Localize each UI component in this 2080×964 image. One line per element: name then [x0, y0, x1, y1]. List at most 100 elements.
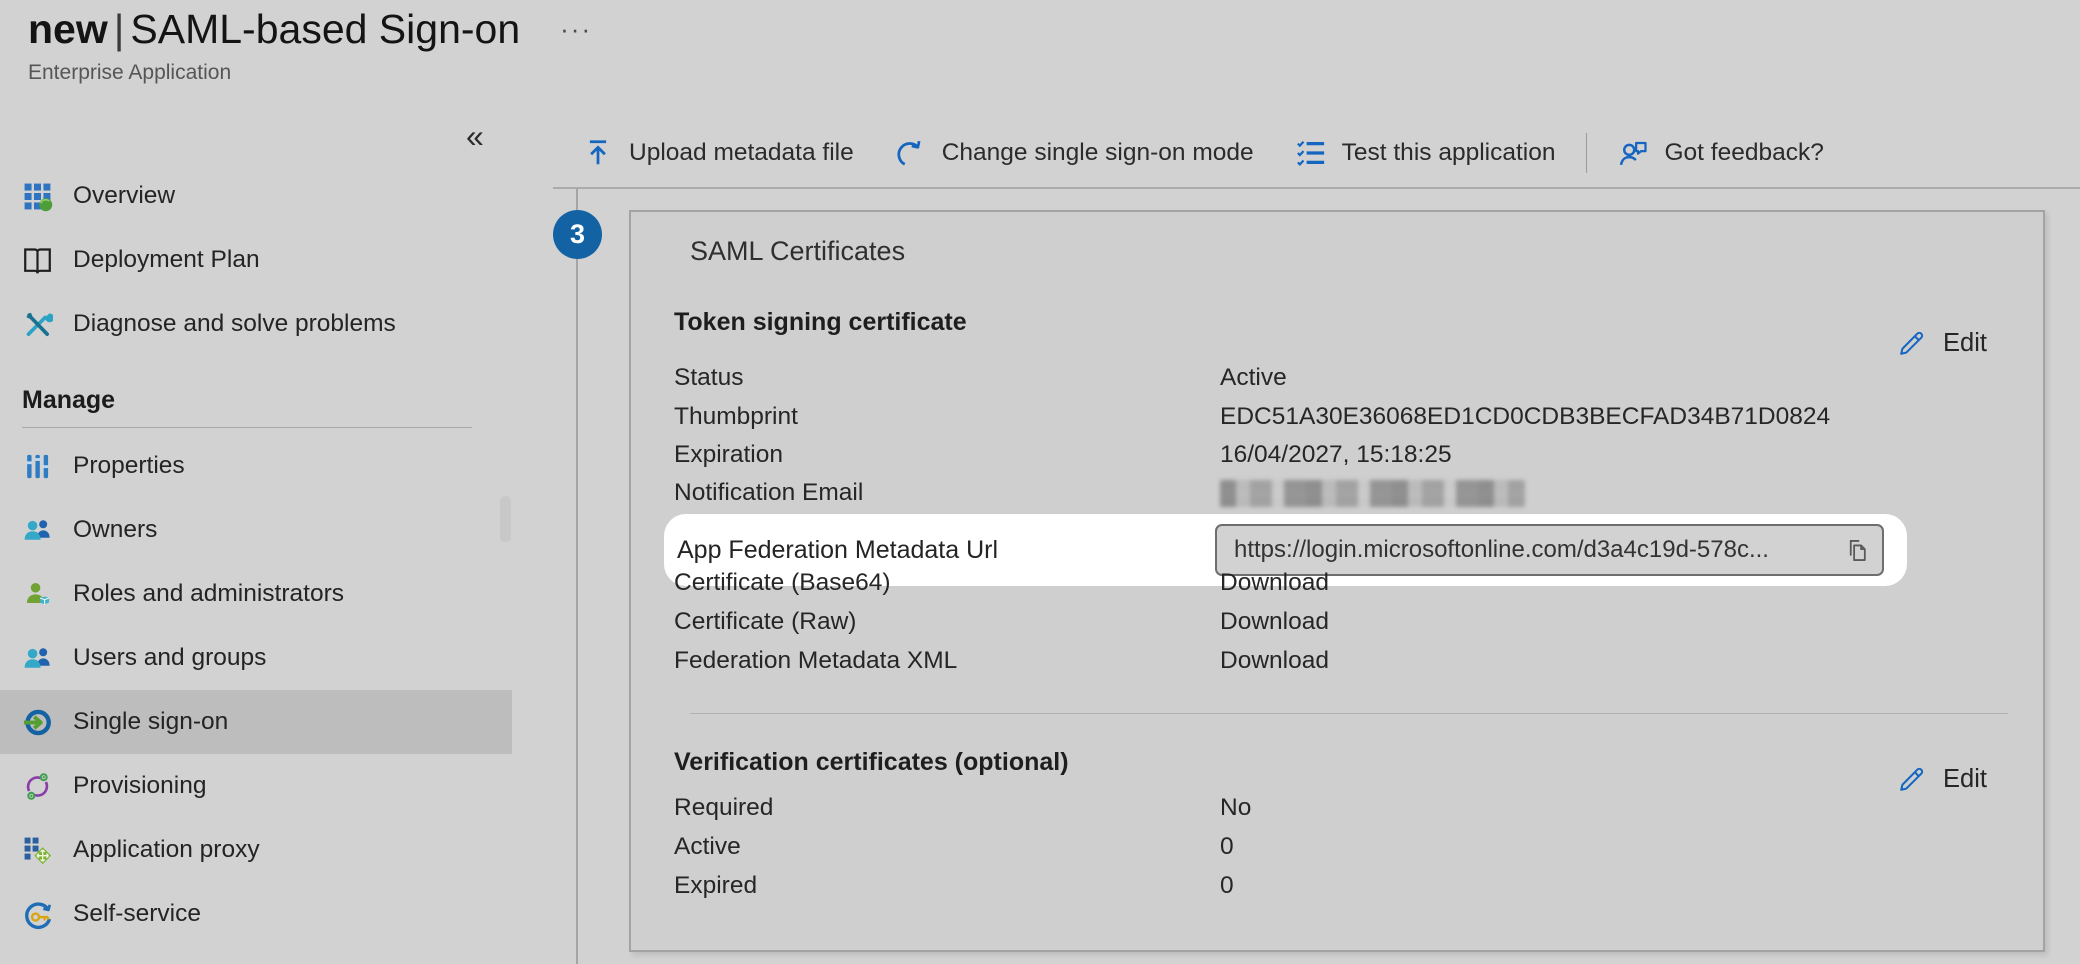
- sidebar-item-label: Provisioning: [73, 772, 206, 800]
- sidebar-item-roles[interactable]: Roles and administrators: [0, 562, 512, 626]
- expiration-row: Expiration 16/04/2027, 15:18:25: [674, 436, 2003, 474]
- row-label: Federation Metadata XML: [674, 647, 1220, 675]
- expired-row: Expired 0: [674, 867, 2003, 905]
- sidebar-section-manage: Manage: [0, 356, 512, 427]
- toolbar-button-label: Got feedback?: [1664, 139, 1823, 167]
- toolbar-separator: [1586, 133, 1587, 173]
- sidebar-item-diagnose[interactable]: Diagnose and solve problems: [0, 292, 512, 356]
- certificate-raw-row: Certificate (Raw) Download: [674, 603, 2003, 641]
- page-header: new|SAML-based Sign-on ··· Enterprise Ap…: [28, 6, 592, 85]
- step-timeline-line: [576, 189, 578, 964]
- sidebar-item-label: Deployment Plan: [73, 246, 260, 274]
- app-window: new|SAML-based Sign-on ··· Enterprise Ap…: [0, 0, 2080, 964]
- sidebar: Overview Deployment Plan Diagnose and so…: [0, 164, 512, 946]
- command-bar: Upload metadata file Change single sign-…: [566, 120, 1841, 186]
- required-value: No: [1220, 794, 1251, 822]
- token-signing-heading: Token signing certificate: [674, 308, 967, 337]
- sidebar-item-label: Single sign-on: [73, 708, 228, 736]
- page-title: new|SAML-based Sign-on: [28, 6, 520, 53]
- sidebar-item-single-sign-on[interactable]: Single sign-on: [0, 690, 512, 754]
- upload-metadata-button[interactable]: Upload metadata file: [566, 125, 871, 181]
- certificate-base64-row: Certificate (Base64) Download: [674, 564, 2003, 602]
- title-separator: |: [108, 6, 131, 52]
- status-value: Active: [1220, 364, 1287, 392]
- sidebar-item-owners[interactable]: Owners: [0, 498, 512, 562]
- row-label: Active: [674, 833, 1220, 861]
- sidebar-item-self-service[interactable]: Self-service: [0, 882, 512, 946]
- card-title: SAML Certificates: [690, 236, 905, 267]
- blade-title: SAML-based Sign-on: [130, 6, 520, 52]
- sign-in-icon: [22, 707, 53, 738]
- tools-icon: [22, 309, 53, 340]
- overview-icon: [22, 181, 53, 212]
- sidebar-item-label: Application proxy: [73, 836, 260, 864]
- row-label: Certificate (Base64): [674, 569, 1220, 597]
- toolbar-button-label: Upload metadata file: [629, 139, 854, 167]
- sidebar-item-label: Roles and administrators: [73, 580, 344, 608]
- download-xml-link[interactable]: Download: [1220, 647, 1329, 675]
- sidebar-item-label: Owners: [73, 516, 157, 544]
- feedback-icon: [1618, 138, 1649, 169]
- verification-certificates-heading: Verification certificates (optional): [674, 748, 1069, 777]
- feedback-button[interactable]: Got feedback?: [1601, 125, 1840, 181]
- checklist-icon: [1296, 138, 1327, 169]
- row-label: Notification Email: [674, 479, 1220, 507]
- sliders-icon: [22, 451, 53, 482]
- redacted-email-value: [1220, 480, 1525, 507]
- sidebar-collapse-icon[interactable]: «: [466, 118, 484, 155]
- thumbprint-row: Thumbprint EDC51A30E36068ED1CD0CDB3BECFA…: [674, 398, 2003, 436]
- proxy-icon: [22, 835, 53, 866]
- row-label: Certificate (Raw): [674, 608, 1220, 636]
- app-name: new: [28, 6, 108, 52]
- sidebar-scrollbar-thumb[interactable]: [500, 496, 511, 542]
- toolbar-divider: [553, 187, 2080, 189]
- metadata-url-label: App Federation Metadata Url: [677, 536, 998, 565]
- change-sso-mode-button[interactable]: Change single sign-on mode: [879, 125, 1271, 181]
- sidebar-item-application-proxy[interactable]: Application proxy: [0, 818, 512, 882]
- key-icon: [22, 899, 53, 930]
- sidebar-item-provisioning[interactable]: Provisioning: [0, 754, 512, 818]
- undo-icon: [896, 138, 927, 169]
- book-icon: [22, 245, 53, 276]
- sidebar-item-label: Self-service: [73, 900, 201, 928]
- metadata-url-value: https://login.microsoftonline.com/d3a4c1…: [1234, 536, 1769, 564]
- row-label: Expiration: [674, 441, 1220, 469]
- people-icon: [22, 643, 53, 674]
- pencil-icon: [1897, 329, 1926, 358]
- row-label: Status: [674, 364, 1220, 392]
- download-base64-link[interactable]: Download: [1220, 569, 1329, 597]
- copy-icon[interactable]: [1844, 537, 1871, 564]
- sidebar-item-label: Overview: [73, 182, 175, 210]
- row-label: Thumbprint: [674, 403, 1220, 431]
- row-label: Required: [674, 794, 1220, 822]
- saml-certificates-card: SAML Certificates Token signing certific…: [629, 210, 2045, 952]
- more-options-icon[interactable]: ···: [560, 14, 592, 45]
- test-application-button[interactable]: Test this application: [1279, 125, 1573, 181]
- sync-icon: [22, 771, 53, 802]
- active-row: Active 0: [674, 828, 2003, 866]
- sidebar-divider: [22, 427, 472, 428]
- sidebar-item-properties[interactable]: Properties: [0, 434, 512, 498]
- role-person-icon: [22, 579, 53, 610]
- sidebar-item-overview[interactable]: Overview: [0, 164, 512, 228]
- notification-email-row: Notification Email: [674, 474, 2003, 512]
- people-icon: [22, 515, 53, 546]
- upload-icon: [583, 138, 614, 169]
- toolbar-button-label: Change single sign-on mode: [942, 139, 1254, 167]
- edit-button-label: Edit: [1943, 329, 1987, 358]
- required-row: Required No: [674, 789, 2003, 827]
- toolbar-button-label: Test this application: [1342, 139, 1556, 167]
- federation-metadata-xml-row: Federation Metadata XML Download: [674, 642, 2003, 680]
- card-section-divider: [690, 713, 2008, 714]
- edit-token-signing-button[interactable]: Edit: [1897, 329, 1987, 358]
- sidebar-item-label: Diagnose and solve problems: [73, 310, 396, 338]
- step-badge: 3: [553, 210, 602, 259]
- sidebar-item-label: Users and groups: [73, 644, 266, 672]
- sidebar-item-deployment-plan[interactable]: Deployment Plan: [0, 228, 512, 292]
- expiration-value: 16/04/2027, 15:18:25: [1220, 441, 1452, 469]
- sidebar-item-users-groups[interactable]: Users and groups: [0, 626, 512, 690]
- download-raw-link[interactable]: Download: [1220, 608, 1329, 636]
- status-row: Status Active: [674, 359, 2003, 397]
- page-subtitle: Enterprise Application: [28, 61, 592, 85]
- thumbprint-value: EDC51A30E36068ED1CD0CDB3BECFAD34B71D0824: [1220, 403, 1830, 431]
